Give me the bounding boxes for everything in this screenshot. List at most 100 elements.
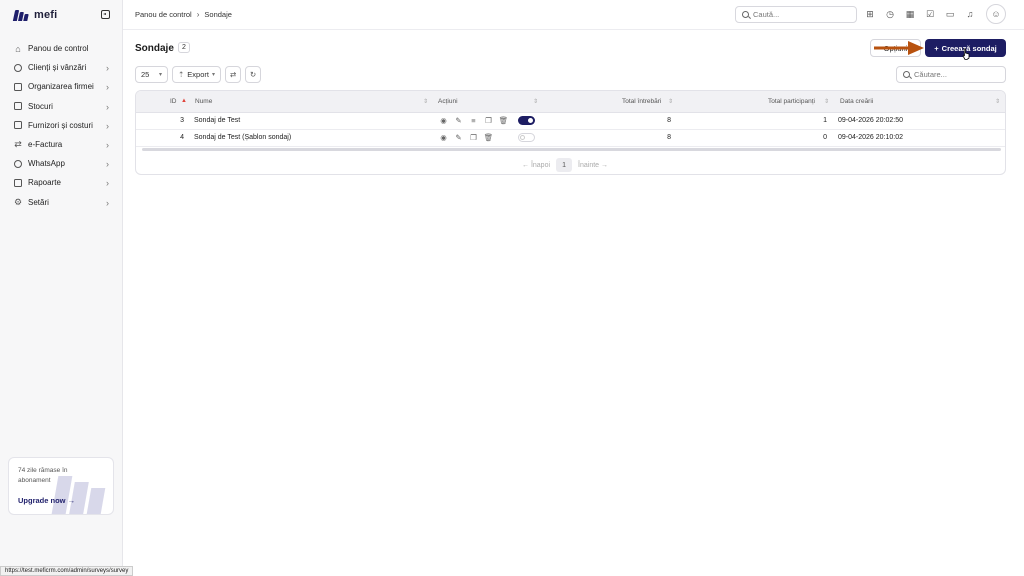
breadcrumb-item-dashboard[interactable]: Panou de control — [135, 10, 192, 19]
chevron-right-icon: › — [106, 197, 109, 208]
check-square-icon[interactable]: ☑ — [924, 8, 936, 20]
list-icon[interactable]: ≡ — [469, 116, 478, 125]
count-badge: 2 — [178, 42, 190, 53]
sort-icon[interactable]: ⇕ — [533, 98, 538, 105]
sidebar-item-suppliers[interactable]: Furnizori și costuri › — [8, 116, 115, 135]
edit-icon[interactable]: ✎ — [454, 133, 463, 142]
swap-columns-button[interactable]: ⇄ — [225, 66, 241, 83]
sort-icon[interactable]: ⇕ — [995, 98, 1000, 105]
sidebar-item-stock[interactable]: Stocuri › — [8, 97, 115, 116]
chevron-down-icon: ▾ — [158, 72, 162, 78]
chevron-right-icon: › — [106, 139, 109, 150]
delete-icon[interactable]: 🗑 — [499, 116, 509, 125]
bell-icon[interactable]: ♫ — [964, 8, 976, 20]
table-row[interactable]: 3 Sondaj de Test ◉ ✎ ≡ ❐ 🗑 8 1 09-04-202… — [136, 113, 1005, 130]
chat-icon[interactable]: ▭ — [944, 8, 956, 20]
collapse-sidebar-icon[interactable] — [101, 10, 110, 19]
user-icon: ☺ — [991, 9, 1001, 19]
horizontal-scrollbar[interactable] — [142, 148, 1001, 151]
col-header-total-participants[interactable]: Total participanți — [768, 98, 815, 105]
sort-icon[interactable]: ⇕ — [668, 98, 673, 105]
cell-total-questions: 8 — [667, 134, 671, 141]
sidebar: mefi ⌂ Panou de control Clienți și vânză… — [0, 0, 123, 576]
sidebar-item-settings[interactable]: ⚙ Setări › — [8, 193, 115, 212]
page-size-select[interactable]: 25 ▾ — [135, 66, 168, 83]
refresh-icon: ↻ — [249, 70, 257, 79]
sidebar-item-label: Clienți și vânzări — [28, 63, 87, 73]
sidebar-item-whatsapp[interactable]: WhatsApp › — [8, 154, 115, 173]
page-title: Sondaje — [135, 43, 174, 54]
chevron-right-icon: › — [106, 101, 109, 112]
cell-name[interactable]: Sondaj de Test (Șablon sondaj) — [194, 134, 291, 141]
export-button[interactable]: ⇡ Export ▾ — [172, 66, 221, 83]
col-header-actions: Acțiuni — [438, 98, 458, 105]
user-avatar[interactable]: ☺ — [986, 4, 1006, 24]
refresh-button[interactable]: ↻ — [245, 66, 261, 83]
next-page-button[interactable]: Înainte → — [578, 162, 608, 169]
cell-name[interactable]: Sondaj de Test — [194, 117, 240, 124]
col-header-total-questions[interactable]: Total întrebări — [622, 98, 661, 105]
calendar-icon[interactable]: ▦ — [904, 8, 916, 20]
view-icon[interactable]: ◉ — [439, 133, 448, 142]
sidebar-item-dashboard[interactable]: ⌂ Panou de control — [8, 39, 115, 58]
cell-total-questions: 8 — [667, 117, 671, 124]
wallet-icon — [13, 120, 23, 130]
global-search[interactable] — [735, 6, 857, 23]
table-toolbar: 25 ▾ ⇡ Export ▾ ⇄ ↻ — [135, 66, 261, 83]
sort-icon[interactable]: ⇕ — [423, 98, 428, 105]
table-row[interactable]: 4 Sondaj de Test (Șablon sondaj) ◉ ✎ ❐ 🗑… — [136, 130, 1005, 147]
swap-icon: ⇄ — [229, 70, 237, 79]
sidebar-item-organization[interactable]: Organizarea firmei › — [8, 77, 115, 96]
global-search-input[interactable] — [753, 10, 843, 19]
edit-icon[interactable]: ✎ — [454, 116, 463, 125]
sidebar-item-label: Panou de control — [28, 44, 89, 54]
cell-total-participants: 0 — [823, 134, 827, 141]
chevron-right-icon: › — [106, 82, 109, 93]
breadcrumb: Panou de control › Sondaje — [135, 10, 232, 19]
duplicate-icon[interactable]: ❐ — [484, 116, 493, 125]
table-search-input[interactable] — [914, 70, 1004, 79]
sidebar-item-reports[interactable]: Rapoarte › — [8, 173, 115, 192]
home-icon: ⌂ — [15, 43, 21, 54]
pagination: ← Înapoi 1 Înainte → — [522, 158, 608, 172]
sidebar-item-label: Rapoarte — [28, 178, 61, 188]
chevron-right-icon: › — [196, 10, 200, 19]
plus-icon: + — [934, 43, 939, 53]
prev-page-button[interactable]: ← Înapoi — [522, 162, 550, 169]
upgrade-now-link[interactable]: Upgrade now → — [18, 496, 75, 505]
building-icon — [13, 82, 23, 92]
gear-icon: ⚙ — [13, 196, 23, 207]
active-toggle[interactable] — [518, 133, 535, 142]
topbar-icons: ⊞ ◷ ▦ ☑ ▭ ♫ — [864, 8, 976, 20]
col-header-created[interactable]: Data creării — [840, 98, 873, 105]
export-icon: ⇡ — [178, 70, 185, 79]
sidebar-item-label: Stocuri — [28, 101, 53, 111]
sidebar-item-label: Setări — [28, 197, 49, 207]
col-header-id[interactable]: ID — [170, 98, 177, 105]
subscription-days-text: 74 zile rămase în abonament — [18, 467, 68, 484]
sort-asc-icon[interactable]: ▲ — [181, 98, 187, 104]
sort-icon[interactable]: ⇕ — [824, 98, 829, 105]
search-icon — [903, 71, 910, 78]
sidebar-item-label: Furnizori și costuri — [28, 120, 93, 130]
duplicate-icon[interactable]: ❐ — [469, 133, 478, 142]
table-header: ID ▲ Nume ⇕ Acțiuni ⇕ Total întrebări ⇕ … — [136, 91, 1005, 113]
timer-icon[interactable]: ◷ — [884, 8, 896, 20]
topbar: Panou de control › Sondaje ⊞ ◷ ▦ ☑ ▭ ♫ ☺ — [123, 0, 1024, 30]
status-bar-url: https://test.meficrm.com/admin/surveys/s… — [0, 566, 134, 576]
sidebar-item-label: WhatsApp — [28, 159, 65, 169]
col-header-name[interactable]: Nume — [195, 98, 212, 105]
mouse-pointer-icon — [962, 48, 970, 60]
table-search[interactable] — [896, 66, 1006, 83]
row-actions: ◉ ✎ ≡ ❐ 🗑 — [439, 116, 535, 125]
cell-id: 3 — [180, 117, 184, 124]
delete-icon[interactable]: 🗑 — [484, 133, 494, 142]
sidebar-item-efactura[interactable]: ⇄ e-Factura › — [8, 135, 115, 154]
add-square-icon[interactable]: ⊞ — [864, 8, 876, 20]
page-number-current[interactable]: 1 — [556, 158, 573, 172]
sidebar-item-clients[interactable]: Clienți și vânzări › — [8, 58, 115, 77]
active-toggle[interactable] — [518, 116, 535, 125]
logo[interactable]: mefi — [12, 9, 57, 21]
view-icon[interactable]: ◉ — [439, 116, 448, 125]
chevron-right-icon: › — [106, 63, 109, 74]
